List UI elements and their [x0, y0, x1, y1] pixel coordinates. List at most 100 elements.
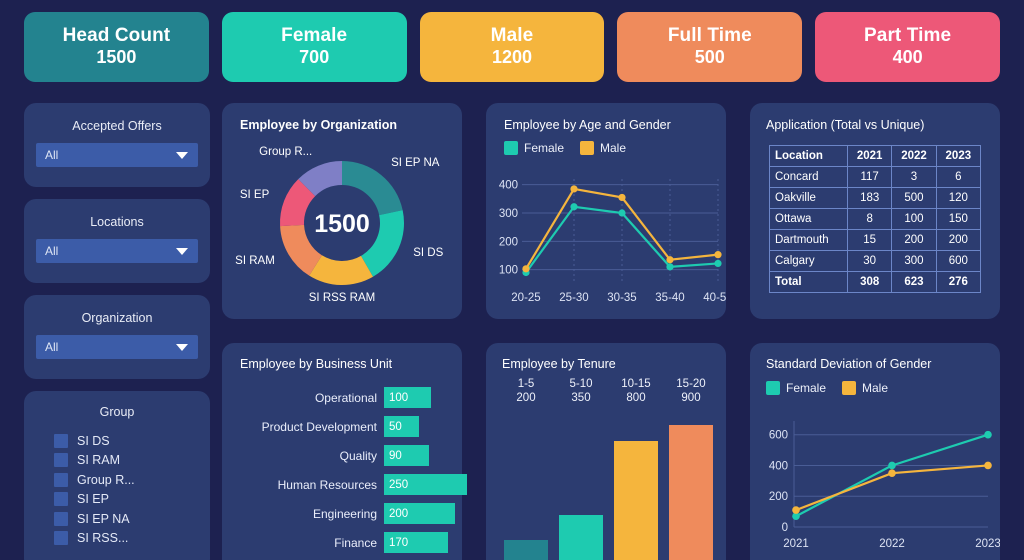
std-dev-line-chart[interactable]: 0 200 400 600 2021 2022 2023	[750, 405, 1000, 560]
filter-card-accepted-offers: Accepted Offers All	[24, 103, 210, 187]
kpi-label: Female	[281, 25, 348, 47]
bar-category-label: Product Development	[261, 419, 377, 434]
checkbox-icon[interactable]	[54, 531, 68, 546]
group-item-label: SI EP NA	[77, 511, 130, 526]
business-unit-bar-row[interactable]: Finance 170	[222, 532, 448, 553]
tenure-bar-column[interactable]: 1-5 200	[504, 377, 548, 560]
svg-text:25-30: 25-30	[559, 292, 588, 304]
table-row[interactable]: Ottawa 8 100 150	[769, 208, 982, 230]
legend-label-female: Female	[524, 141, 565, 155]
bar-fill: 250	[384, 474, 467, 495]
group-item-si-ep-na[interactable]: SI EP NA	[54, 509, 135, 529]
bar-category-label: Human Resources	[277, 477, 377, 492]
group-item-group-r[interactable]: Group R...	[54, 470, 135, 490]
svg-text:0: 0	[782, 522, 788, 534]
filter-card-group: Group SI DS SI RAM Group R... SI EP SI E…	[24, 391, 210, 560]
checkbox-icon[interactable]	[54, 472, 68, 487]
checkbox-icon[interactable]	[54, 453, 68, 468]
tenure-bar-chart[interactable]: 1-5 200 5-10 350 10-15 800 15-20 900	[486, 377, 726, 560]
group-item-label: SI RAM	[77, 453, 121, 468]
kpi-card-female[interactable]: Female 700	[221, 12, 407, 82]
card-title: Application (Total vs Unique)	[766, 118, 925, 132]
table-row[interactable]: Concard 117 3 6	[769, 166, 982, 188]
legend-swatch-female	[766, 381, 780, 395]
legend-item-female[interactable]: Female	[766, 381, 826, 395]
kpi-row: Head Count 1500 Female 700 Male 1200 Ful…	[24, 12, 1000, 82]
table-row[interactable]: Oakville 183 500 120	[769, 187, 982, 209]
filter-label: Organization	[81, 311, 153, 325]
kpi-card-part-time[interactable]: Part Time 400	[815, 12, 1000, 82]
business-unit-bar-row[interactable]: Engineering 200	[222, 503, 455, 524]
group-item-si-ep[interactable]: SI EP	[54, 490, 135, 510]
cell-2023: 600	[935, 250, 982, 272]
tenure-bar-fill	[504, 540, 548, 560]
group-item-si-ds[interactable]: SI DS	[54, 431, 135, 451]
cell-2021: 8	[846, 208, 893, 230]
svg-text:40-50: 40-50	[703, 292, 726, 304]
checkbox-icon[interactable]	[54, 492, 68, 507]
kpi-value: 700	[299, 47, 330, 68]
legend-item-female[interactable]: Female	[504, 141, 564, 155]
cell-2023: 6	[935, 166, 982, 188]
checkbox-icon[interactable]	[54, 433, 68, 448]
cell-total-2021: 308	[846, 271, 893, 293]
table-header-location: Location	[769, 145, 848, 167]
tenure-bar-column[interactable]: 5-10 350	[559, 377, 603, 560]
group-item-si-rss[interactable]: SI RSS...	[54, 529, 135, 549]
application-table[interactable]: Location 2021 2022 2023 Concard 117 3 6 …	[769, 145, 982, 293]
bar-value-label: 200	[389, 507, 409, 520]
card-title: Employee by Tenure	[502, 357, 616, 371]
tenure-bar-column[interactable]: 15-20 900	[669, 377, 713, 560]
select-value: All	[45, 340, 59, 354]
business-unit-bar-row[interactable]: Human Resources 250	[222, 474, 467, 495]
kpi-card-head-count[interactable]: Head Count 1500	[24, 12, 209, 82]
tenure-bar-fill	[669, 425, 713, 560]
tenure-bar-column[interactable]: 10-15 800	[614, 377, 658, 560]
donut-label-si-ram: SI RAM	[235, 254, 275, 267]
svg-text:200: 200	[769, 491, 788, 503]
kpi-card-full-time[interactable]: Full Time 500	[617, 12, 803, 82]
legend-swatch-female	[504, 141, 518, 155]
bar-category-label: Operational	[314, 390, 377, 405]
locations-select[interactable]: All	[36, 239, 198, 263]
business-unit-bar-row[interactable]: Quality 90	[222, 445, 429, 466]
checkbox-icon[interactable]	[54, 511, 68, 526]
card-employee-by-age-and-gender: Employee by Age and Gender Female Male 1…	[486, 103, 726, 319]
age-gender-line-chart[interactable]: 100 200 300 400 20-25 25-30 30-35 35-40 40-50	[486, 165, 726, 317]
card-application-total-vs-unique: Application (Total vs Unique) Location 2…	[750, 103, 1000, 319]
group-item-si-ram[interactable]: SI RAM	[54, 451, 135, 471]
bar-fill: 50	[384, 416, 419, 437]
bar-fill: 100	[384, 387, 431, 408]
cell-2021: 30	[846, 250, 893, 272]
donut-label-group-r: Group R...	[259, 145, 313, 158]
legend-label-male: Male	[600, 141, 627, 155]
organization-select[interactable]: All	[36, 335, 198, 359]
svg-text:2022: 2022	[879, 538, 905, 550]
accepted-offers-select[interactable]: All	[36, 143, 198, 167]
cell-location: Calgary	[769, 250, 848, 272]
chevron-down-icon	[176, 247, 188, 255]
donut-label-si-ep: SI EP	[239, 188, 270, 201]
dashboard-root: Head Count 1500 Female 700 Male 1200 Ful…	[0, 0, 1024, 560]
legend-item-male[interactable]: Male	[842, 381, 888, 395]
group-filter-title: Group	[99, 405, 135, 419]
tenure-range-label: 1-5	[517, 378, 535, 390]
business-unit-bar-row[interactable]: Operational 100	[222, 387, 431, 408]
bar-fill: 170	[384, 532, 448, 553]
svg-text:2023: 2023	[975, 538, 1000, 550]
filter-label: Accepted Offers	[72, 119, 162, 133]
legend-item-male[interactable]: Male	[580, 141, 626, 155]
kpi-label: Full Time	[667, 25, 752, 47]
tenure-column-header: 1-5 200	[500, 377, 552, 406]
business-unit-bar-row[interactable]: Product Development 50	[222, 416, 419, 437]
cell-location: Concard	[769, 166, 848, 188]
card-standard-deviation-of-gender: Standard Deviation of Gender Female Male…	[750, 343, 1000, 560]
cell-2022: 200	[891, 229, 937, 251]
table-row[interactable]: Dartmouth 15 200 200	[769, 229, 982, 251]
svg-text:35-40: 35-40	[655, 292, 684, 304]
kpi-card-male[interactable]: Male 1200	[419, 12, 605, 82]
table-row[interactable]: Calgary 30 300 600	[769, 250, 982, 272]
bar-fill: 90	[384, 445, 429, 466]
svg-text:400: 400	[499, 180, 518, 192]
group-checkbox-list: SI DS SI RAM Group R... SI EP SI EP NA S…	[54, 431, 135, 548]
